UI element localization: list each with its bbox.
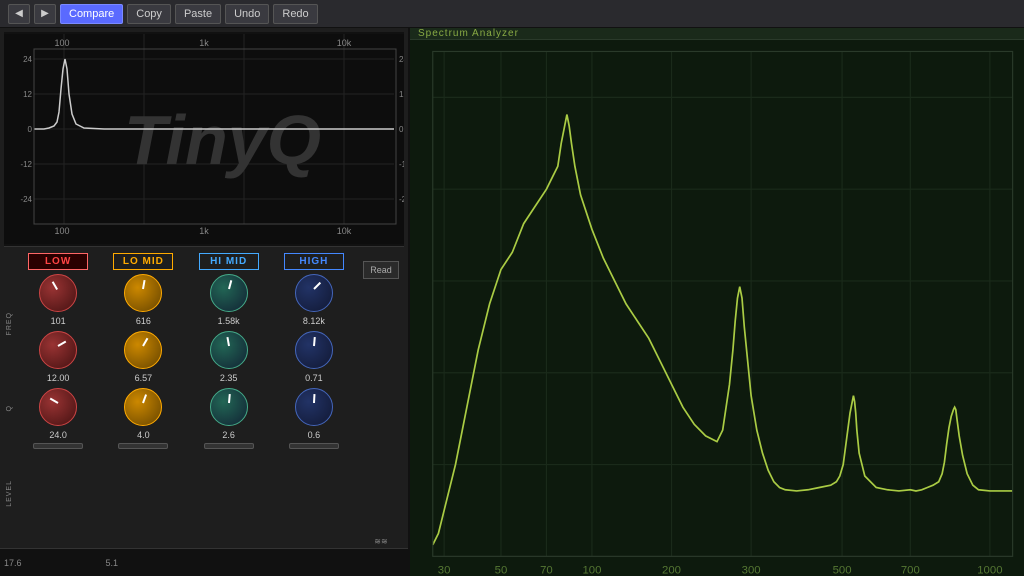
plugin-panel: 100 1k 10k 24 12 0 -12 -24 24 12 0 -12 -… (0, 28, 410, 576)
lomid-q-value: 6.57 (135, 373, 153, 384)
redo-button[interactable]: Redo (273, 4, 317, 24)
freq-label: FREQ (6, 312, 13, 335)
himid-slider[interactable] (204, 443, 254, 449)
read-button[interactable]: Read (363, 261, 399, 279)
prev-button[interactable]: ◀ (8, 4, 30, 24)
svg-text:70: 70 (540, 565, 553, 576)
svg-text:200: 200 (662, 565, 681, 576)
svg-text:1000: 1000 (977, 565, 1002, 576)
svg-text:1k: 1k (199, 38, 209, 48)
svg-text:24: 24 (399, 55, 404, 64)
himid-level-value: 2.6 (222, 430, 235, 441)
high-freq-knob[interactable]: 8.12k (292, 271, 336, 327)
svg-text:12: 12 (399, 90, 404, 99)
svg-text:24: 24 (23, 55, 32, 64)
next-button[interactable]: ▶ (34, 4, 56, 24)
high-level-value: 0.6 (308, 430, 321, 441)
svg-text:-24: -24 (399, 195, 404, 204)
labels-column: FREQ Q LEVEL (2, 253, 16, 546)
copy-button[interactable]: Copy (127, 4, 171, 24)
svg-text:-12: -12 (20, 160, 32, 169)
low-gain-knob[interactable]: 12.00 (36, 328, 80, 384)
svg-text:700: 700 (901, 565, 920, 576)
bottom-value-1: 17.6 (4, 558, 22, 568)
himid-level-knob[interactable]: 2.6 (207, 385, 251, 441)
high-band-label[interactable]: HIGH (284, 253, 344, 270)
q-label: Q (6, 405, 13, 411)
svg-text:100: 100 (54, 226, 69, 236)
svg-text:100: 100 (582, 565, 601, 576)
high-gain-value: 0.71 (305, 373, 323, 384)
low-level-value: 24.0 (49, 430, 67, 441)
spectrum-canvas: 30 50 70 100 200 300 500 700 1000 (410, 40, 1024, 576)
himid-freq-value: 1.58k (218, 316, 240, 327)
plugin-bottom: 17.6 5.1 (0, 548, 408, 576)
toolbar: ◀ ▶ Compare Copy Paste Undo Redo (0, 0, 1024, 28)
bands-area: FREQ Q LEVEL LOW 101 (0, 251, 408, 548)
himid-q-knob[interactable]: 2.35 (207, 328, 251, 384)
compare-button[interactable]: Compare (60, 4, 123, 24)
lomid-q-knob[interactable]: 6.57 (121, 328, 165, 384)
himid-q-value: 2.35 (220, 373, 238, 384)
svg-text:-12: -12 (399, 160, 404, 169)
svg-text:50: 50 (495, 565, 508, 576)
lomid-level-knob[interactable]: 4.0 (121, 385, 165, 441)
himid-band: HI MID 1.58k (187, 253, 271, 546)
high-band: HIGH 8.12k (272, 253, 356, 546)
svg-text:30: 30 (438, 565, 451, 576)
svg-text:10k: 10k (337, 38, 352, 48)
svg-text:0: 0 (28, 125, 33, 134)
svg-text:-24: -24 (20, 195, 32, 204)
svg-text:10k: 10k (337, 226, 352, 236)
lomid-slider[interactable] (118, 443, 168, 449)
himid-band-label[interactable]: HI MID (199, 253, 259, 270)
svg-text:500: 500 (833, 565, 852, 576)
waveform-indicator: ≋≋ (374, 537, 387, 546)
svg-text:100: 100 (54, 38, 69, 48)
bands-main: LOW 101 (16, 253, 356, 546)
low-slider[interactable] (33, 443, 83, 449)
lomid-freq-knob[interactable]: 616 (121, 271, 165, 327)
high-freq-value: 8.12k (303, 316, 325, 327)
main-area: 100 1k 10k 24 12 0 -12 -24 24 12 0 -12 -… (0, 28, 1024, 576)
svg-text:300: 300 (742, 565, 761, 576)
high-gain-knob[interactable]: 0.71 (292, 328, 336, 384)
himid-freq-knob[interactable]: 1.58k (207, 271, 251, 327)
high-slider[interactable] (289, 443, 339, 449)
high-level-knob[interactable]: 0.6 (292, 385, 336, 441)
spectrum-title: Spectrum Analyzer (418, 28, 519, 39)
low-freq-knob[interactable]: 101 (36, 271, 80, 327)
paste-button[interactable]: Paste (175, 4, 221, 24)
lomid-level-value: 4.0 (137, 430, 150, 441)
lomid-band: LO MID 616 (101, 253, 185, 546)
svg-text:TinyQ: TinyQ (124, 101, 321, 179)
svg-text:12: 12 (23, 90, 32, 99)
undo-button[interactable]: Undo (225, 4, 269, 24)
svg-text:1k: 1k (199, 226, 209, 236)
low-gain-value: 12.00 (47, 373, 70, 384)
svg-text:0: 0 (399, 125, 404, 134)
eq-curve-display: 100 1k 10k 24 12 0 -12 -24 24 12 0 -12 -… (4, 32, 404, 247)
low-band: LOW 101 (16, 253, 100, 546)
lomid-band-label[interactable]: LO MID (113, 253, 173, 270)
low-freq-value: 101 (51, 316, 66, 327)
spectrum-header: Spectrum Analyzer (410, 28, 1024, 40)
spectrum-panel: Spectrum Analyzer (410, 28, 1024, 576)
low-level-knob[interactable]: 24.0 (36, 385, 80, 441)
low-band-label[interactable]: LOW (28, 253, 88, 270)
level-label: LEVEL (6, 480, 13, 507)
lomid-freq-value: 616 (136, 316, 151, 327)
bottom-value-2: 5.1 (106, 558, 119, 568)
